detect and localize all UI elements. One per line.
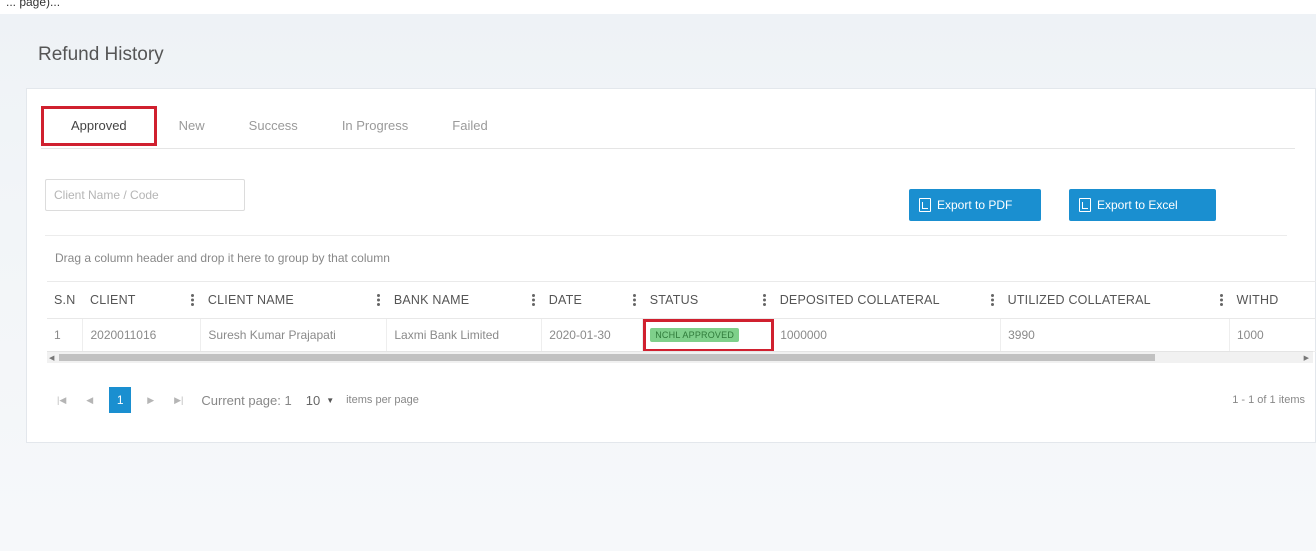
last-page-icon[interactable]: ▶| xyxy=(174,395,183,406)
cell-withd: 1000 xyxy=(1229,318,1316,352)
column-menu-icon[interactable] xyxy=(376,293,380,306)
column-header-client[interactable]: CLIENT xyxy=(82,282,201,319)
column-menu-icon[interactable] xyxy=(990,293,994,306)
pager: |◀ ◀ 1 ▶ ▶| Current page: 1 10 ▼ items p… xyxy=(47,385,1313,415)
column-header-withd[interactable]: WITHD xyxy=(1229,282,1316,319)
page-size-value: 10 xyxy=(305,392,321,408)
cell-deposited-collateral: 1000000 xyxy=(772,318,1002,352)
status-badge: NCHL APPROVED xyxy=(650,328,740,342)
cell-bank-name: Laxmi Bank Limited xyxy=(386,318,543,352)
column-header-utilized-collateral[interactable]: UTILIZED COLLATERAL xyxy=(1000,282,1230,319)
tab-approved[interactable]: Approved xyxy=(41,105,157,146)
cell-client: 2020011016 xyxy=(82,318,202,352)
top-strip: ... page)... xyxy=(0,0,1316,14)
per-page-label: items per page xyxy=(346,394,419,406)
export-pdf-label: Export to PDF xyxy=(937,198,1013,212)
column-menu-icon[interactable] xyxy=(632,293,636,306)
column-header-client-name[interactable]: CLIENT NAME xyxy=(200,282,387,319)
horizontal-scrollbar[interactable]: ◀ ▶ xyxy=(47,351,1313,363)
page-size-select[interactable]: 10 ▼ xyxy=(306,393,334,408)
tab-new[interactable]: New xyxy=(157,106,227,146)
cell-client-name: Suresh Kumar Prajapati xyxy=(200,318,388,352)
top-strip-text: ... page)... xyxy=(6,0,61,9)
header-row: S.N CLIENT CLIENT NAME BANK NAME DATE ST… xyxy=(47,282,1316,319)
excel-file-icon xyxy=(1079,198,1091,212)
client-search-input[interactable] xyxy=(45,179,245,211)
page-number-current[interactable]: 1 xyxy=(109,387,132,413)
tab-in-progress[interactable]: In Progress xyxy=(320,106,430,146)
column-header-date[interactable]: DATE xyxy=(541,282,643,319)
column-header-bank-name[interactable]: BANK NAME xyxy=(386,282,542,319)
scrollbar-thumb[interactable] xyxy=(59,354,1155,361)
next-page-icon[interactable]: ▶ xyxy=(147,395,154,406)
current-page-text: Current page: 1 xyxy=(201,392,292,408)
group-by-hint: Drag a column header and drop it here to… xyxy=(55,251,390,265)
first-page-icon[interactable]: |◀ xyxy=(57,395,66,406)
refund-table: S.N CLIENT CLIENT NAME BANK NAME DATE ST… xyxy=(47,282,1316,352)
pager-summary: 1 - 1 of 1 items xyxy=(1232,394,1305,406)
column-header-sn[interactable]: S.N xyxy=(47,282,83,319)
tab-failed[interactable]: Failed xyxy=(430,106,509,146)
export-excel-label: Export to Excel xyxy=(1097,198,1178,212)
page-title: Refund History xyxy=(38,44,164,65)
column-menu-icon[interactable] xyxy=(1219,293,1223,306)
column-header-deposited-collateral[interactable]: DEPOSITED COLLATERAL xyxy=(772,282,1001,319)
scroll-right-icon[interactable]: ▶ xyxy=(1304,354,1309,362)
tab-success[interactable]: Success xyxy=(227,106,320,146)
table-row[interactable]: 1 2020011016 Suresh Kumar Prajapati Laxm… xyxy=(47,318,1316,352)
column-menu-icon[interactable] xyxy=(762,293,766,306)
export-excel-button[interactable]: Export to Excel xyxy=(1069,189,1216,221)
cell-status: NCHL APPROVED xyxy=(642,318,775,352)
scroll-left-icon[interactable]: ◀ xyxy=(49,354,54,362)
column-menu-icon[interactable] xyxy=(190,293,194,306)
refund-panel: Approved New Success In Progress Failed … xyxy=(26,88,1316,443)
cell-date: 2020-01-30 xyxy=(541,318,644,352)
status-tabs: Approved New Success In Progress Failed xyxy=(41,103,1295,149)
divider xyxy=(45,235,1287,236)
pdf-file-icon xyxy=(919,198,931,212)
column-header-status[interactable]: STATUS xyxy=(642,282,773,319)
cell-sn: 1 xyxy=(47,318,84,352)
export-pdf-button[interactable]: Export to PDF xyxy=(909,189,1041,221)
column-menu-icon[interactable] xyxy=(531,293,535,306)
refund-grid: S.N CLIENT CLIENT NAME BANK NAME DATE ST… xyxy=(47,281,1316,357)
caret-down-icon: ▼ xyxy=(326,395,335,405)
cell-utilized-collateral: 3990 xyxy=(1000,318,1230,352)
prev-page-icon[interactable]: ◀ xyxy=(86,395,93,406)
